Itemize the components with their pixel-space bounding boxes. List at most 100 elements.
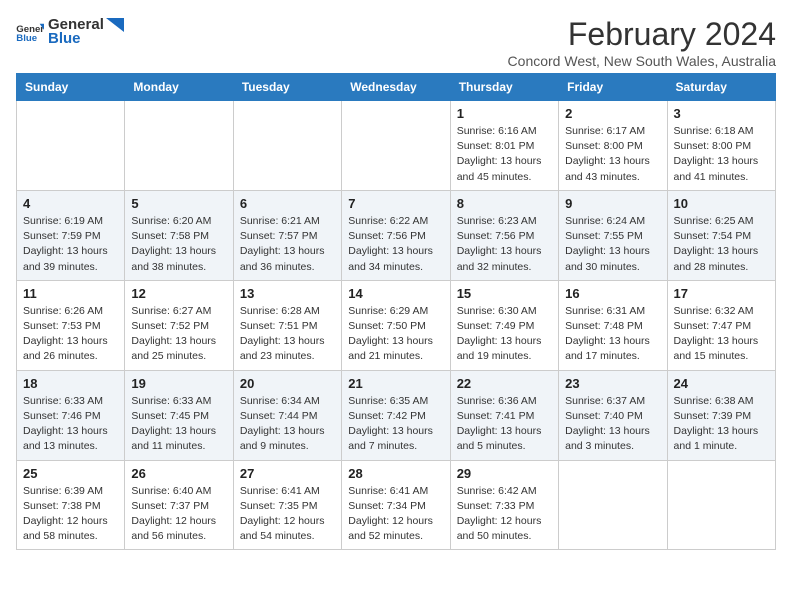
day-info: Sunrise: 6:22 AM Sunset: 7:56 PM Dayligh… <box>348 214 443 275</box>
calendar-week-row: 1 Sunrise: 6:16 AM Sunset: 8:01 PM Daylig… <box>17 101 776 191</box>
day-info: Sunrise: 6:18 AM Sunset: 8:00 PM Dayligh… <box>674 124 769 185</box>
calendar-cell: 22 Sunrise: 6:36 AM Sunset: 7:41 PM Dayli… <box>450 370 558 460</box>
calendar-cell: 8 Sunrise: 6:23 AM Sunset: 7:56 PM Daylig… <box>450 190 558 280</box>
day-number: 28 <box>348 466 443 481</box>
day-number: 3 <box>674 106 769 121</box>
day-of-week-header: Friday <box>559 74 667 101</box>
day-of-week-header: Tuesday <box>233 74 341 101</box>
calendar-cell: 13 Sunrise: 6:28 AM Sunset: 7:51 PM Dayli… <box>233 280 341 370</box>
day-number: 10 <box>674 196 769 211</box>
calendar-cell: 14 Sunrise: 6:29 AM Sunset: 7:50 PM Dayli… <box>342 280 450 370</box>
calendar-cell: 11 Sunrise: 6:26 AM Sunset: 7:53 PM Dayli… <box>17 280 125 370</box>
calendar-cell: 18 Sunrise: 6:33 AM Sunset: 7:46 PM Dayli… <box>17 370 125 460</box>
subtitle: Concord West, New South Wales, Australia <box>508 53 776 69</box>
calendar-cell: 20Sunrise: 6:34 AM Sunset: 7:44 PM Dayli… <box>233 370 341 460</box>
calendar-cell: 17Sunrise: 6:32 AM Sunset: 7:47 PM Dayli… <box>667 280 775 370</box>
calendar-cell: 26Sunrise: 6:40 AM Sunset: 7:37 PM Dayli… <box>125 460 233 550</box>
logo: General Blue General Blue <box>16 16 124 47</box>
month-title: February 2024 <box>508 16 776 53</box>
day-info: Sunrise: 6:41 AM Sunset: 7:35 PM Dayligh… <box>240 484 335 545</box>
logo-arrow-icon <box>106 18 124 32</box>
calendar-cell <box>342 101 450 191</box>
calendar-cell: 15 Sunrise: 6:30 AM Sunset: 7:49 PM Dayli… <box>450 280 558 370</box>
day-number: 20 <box>240 376 335 391</box>
calendar-cell: 23 Sunrise: 6:37 AM Sunset: 7:40 PM Dayli… <box>559 370 667 460</box>
day-number: 23 <box>565 376 660 391</box>
day-info: Sunrise: 6:38 AM Sunset: 7:39 PM Dayligh… <box>674 394 769 455</box>
day-info: Sunrise: 6:16 AM Sunset: 8:01 PM Dayligh… <box>457 124 552 185</box>
calendar-cell: 19 Sunrise: 6:33 AM Sunset: 7:45 PM Dayli… <box>125 370 233 460</box>
day-number: 6 <box>240 196 335 211</box>
day-info: Sunrise: 6:23 AM Sunset: 7:56 PM Dayligh… <box>457 214 552 275</box>
day-number: 25 <box>23 466 118 481</box>
day-number: 16 <box>565 286 660 301</box>
calendar-cell <box>559 460 667 550</box>
day-number: 1 <box>457 106 552 121</box>
calendar-cell <box>125 101 233 191</box>
day-number: 12 <box>131 286 226 301</box>
calendar-cell: 7 Sunrise: 6:22 AM Sunset: 7:56 PM Daylig… <box>342 190 450 280</box>
day-info: Sunrise: 6:24 AM Sunset: 7:55 PM Dayligh… <box>565 214 660 275</box>
calendar-week-row: 4 Sunrise: 6:19 AM Sunset: 7:59 PM Daylig… <box>17 190 776 280</box>
calendar-cell <box>233 101 341 191</box>
svg-text:Blue: Blue <box>16 32 37 42</box>
calendar-cell: 1 Sunrise: 6:16 AM Sunset: 8:01 PM Daylig… <box>450 101 558 191</box>
day-info: Sunrise: 6:36 AM Sunset: 7:41 PM Dayligh… <box>457 394 552 455</box>
day-info: Sunrise: 6:31 AM Sunset: 7:48 PM Dayligh… <box>565 304 660 365</box>
day-info: Sunrise: 6:26 AM Sunset: 7:53 PM Dayligh… <box>23 304 118 365</box>
day-of-week-header: Wednesday <box>342 74 450 101</box>
day-number: 7 <box>348 196 443 211</box>
day-info: Sunrise: 6:25 AM Sunset: 7:54 PM Dayligh… <box>674 214 769 275</box>
calendar-cell <box>17 101 125 191</box>
day-info: Sunrise: 6:20 AM Sunset: 7:58 PM Dayligh… <box>131 214 226 275</box>
day-number: 24 <box>674 376 769 391</box>
day-number: 22 <box>457 376 552 391</box>
day-info: Sunrise: 6:21 AM Sunset: 7:57 PM Dayligh… <box>240 214 335 275</box>
calendar-cell: 6 Sunrise: 6:21 AM Sunset: 7:57 PM Daylig… <box>233 190 341 280</box>
day-info: Sunrise: 6:28 AM Sunset: 7:51 PM Dayligh… <box>240 304 335 365</box>
day-info: Sunrise: 6:33 AM Sunset: 7:46 PM Dayligh… <box>23 394 118 455</box>
day-number: 15 <box>457 286 552 301</box>
day-number: 2 <box>565 106 660 121</box>
calendar-header-row: SundayMondayTuesdayWednesdayThursdayFrid… <box>17 74 776 101</box>
calendar-table: SundayMondayTuesdayWednesdayThursdayFrid… <box>16 73 776 550</box>
day-of-week-header: Sunday <box>17 74 125 101</box>
calendar-cell: 28 Sunrise: 6:41 AM Sunset: 7:34 PM Dayli… <box>342 460 450 550</box>
calendar-cell: 3 Sunrise: 6:18 AM Sunset: 8:00 PM Daylig… <box>667 101 775 191</box>
day-info: Sunrise: 6:32 AM Sunset: 7:47 PM Dayligh… <box>674 304 769 365</box>
calendar-cell: 12 Sunrise: 6:27 AM Sunset: 7:52 PM Dayli… <box>125 280 233 370</box>
calendar-cell: 9 Sunrise: 6:24 AM Sunset: 7:55 PM Daylig… <box>559 190 667 280</box>
calendar-cell: 10 Sunrise: 6:25 AM Sunset: 7:54 PM Dayli… <box>667 190 775 280</box>
day-info: Sunrise: 6:42 AM Sunset: 7:33 PM Dayligh… <box>457 484 552 545</box>
calendar-week-row: 25Sunrise: 6:39 AM Sunset: 7:38 PM Dayli… <box>17 460 776 550</box>
calendar-cell: 21 Sunrise: 6:35 AM Sunset: 7:42 PM Dayli… <box>342 370 450 460</box>
day-number: 13 <box>240 286 335 301</box>
day-number: 18 <box>23 376 118 391</box>
day-number: 29 <box>457 466 552 481</box>
calendar-body: 1 Sunrise: 6:16 AM Sunset: 8:01 PM Daylig… <box>17 101 776 550</box>
calendar-cell <box>667 460 775 550</box>
day-info: Sunrise: 6:27 AM Sunset: 7:52 PM Dayligh… <box>131 304 226 365</box>
calendar-cell: 5Sunrise: 6:20 AM Sunset: 7:58 PM Daylig… <box>125 190 233 280</box>
calendar-cell: 27Sunrise: 6:41 AM Sunset: 7:35 PM Dayli… <box>233 460 341 550</box>
day-info: Sunrise: 6:33 AM Sunset: 7:45 PM Dayligh… <box>131 394 226 455</box>
day-number: 9 <box>565 196 660 211</box>
day-of-week-header: Monday <box>125 74 233 101</box>
day-info: Sunrise: 6:37 AM Sunset: 7:40 PM Dayligh… <box>565 394 660 455</box>
day-info: Sunrise: 6:41 AM Sunset: 7:34 PM Dayligh… <box>348 484 443 545</box>
day-number: 4 <box>23 196 118 211</box>
day-info: Sunrise: 6:19 AM Sunset: 7:59 PM Dayligh… <box>23 214 118 275</box>
calendar-cell: 2 Sunrise: 6:17 AM Sunset: 8:00 PM Daylig… <box>559 101 667 191</box>
day-number: 8 <box>457 196 552 211</box>
calendar-week-row: 11 Sunrise: 6:26 AM Sunset: 7:53 PM Dayli… <box>17 280 776 370</box>
day-info: Sunrise: 6:29 AM Sunset: 7:50 PM Dayligh… <box>348 304 443 365</box>
day-number: 14 <box>348 286 443 301</box>
day-info: Sunrise: 6:17 AM Sunset: 8:00 PM Dayligh… <box>565 124 660 185</box>
day-info: Sunrise: 6:35 AM Sunset: 7:42 PM Dayligh… <box>348 394 443 455</box>
day-info: Sunrise: 6:30 AM Sunset: 7:49 PM Dayligh… <box>457 304 552 365</box>
day-number: 19 <box>131 376 226 391</box>
day-of-week-header: Saturday <box>667 74 775 101</box>
day-number: 11 <box>23 286 118 301</box>
header: General Blue General Blue February 2024 … <box>16 16 776 69</box>
day-number: 21 <box>348 376 443 391</box>
